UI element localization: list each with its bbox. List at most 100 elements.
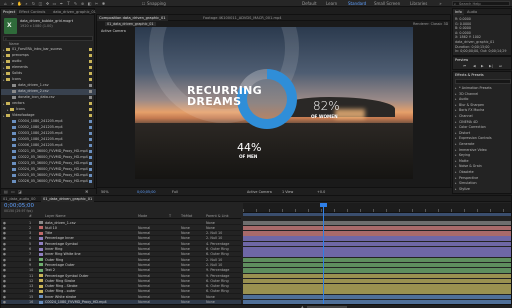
layer-parent[interactable]: 2. Null 10	[206, 258, 222, 262]
zoom-select[interactable]: 50%	[101, 190, 109, 194]
disclosure-triangle-icon[interactable]: ▸	[455, 103, 457, 107]
workspace-standard[interactable]: Standard	[348, 1, 366, 6]
layer-parent[interactable]: 9. Percentage	[206, 274, 229, 278]
layer-mode[interactable]: Normal	[138, 295, 150, 299]
exposure-value[interactable]: +0.0	[317, 190, 325, 194]
layer-mode[interactable]: Normal	[138, 258, 150, 262]
layer-mode[interactable]: Normal	[138, 236, 150, 240]
visibility-eye-icon[interactable]: ●	[3, 295, 7, 299]
visibility-eye-icon[interactable]: ●	[3, 289, 7, 293]
layer-parent[interactable]: 2. Null 10	[206, 236, 222, 240]
layer-mode[interactable]: Normal	[138, 284, 150, 288]
disclosure-triangle-icon[interactable]: ▸	[455, 108, 457, 112]
roto-tool-icon[interactable]: ✂	[94, 1, 99, 6]
effects-category[interactable]: ▸ Simulation	[455, 181, 512, 186]
puppet-tool-icon[interactable]: ✱	[101, 1, 106, 6]
layer-trkmat[interactable]: None	[181, 247, 190, 251]
label-color-swatch[interactable]	[89, 84, 92, 87]
layer-label-color[interactable]	[39, 221, 43, 224]
label-color-swatch[interactable]	[89, 138, 92, 141]
workspace-menu-icon[interactable]: »	[438, 1, 443, 6]
layer-label-color[interactable]	[39, 284, 43, 288]
disclosure-triangle-icon[interactable]: ▸	[3, 102, 5, 106]
layer-name[interactable]: Outer Ring - Stroke	[45, 284, 78, 288]
selection-tool-icon[interactable]: ➤	[10, 1, 15, 6]
layer-duration-bar[interactable]	[243, 273, 511, 278]
layer-mode[interactable]: Normal	[138, 263, 150, 267]
layer-parent[interactable]: 6. Outer Ring	[206, 247, 229, 251]
visibility-eye-icon[interactable]: ●	[3, 247, 7, 251]
disclosure-triangle-icon[interactable]: ▸	[455, 159, 457, 163]
effects-category[interactable]: ▸ Keying	[455, 153, 512, 158]
tab-comp-footage[interactable]: data_driven_graphic_01	[51, 9, 96, 15]
disclosure-triangle-icon[interactable]: ▸	[3, 54, 5, 58]
column-header-name[interactable]: Name	[9, 42, 19, 46]
layer-label-color[interactable]	[39, 289, 43, 293]
tab-audio[interactable]: Audio	[465, 9, 479, 15]
tab-footage[interactable]: Footage 4K100011_ADVDS_MACR_001.mp4	[201, 15, 284, 21]
layer-trkmat[interactable]: None	[181, 258, 190, 262]
label-color-swatch[interactable]	[89, 180, 92, 183]
layer-trkmat[interactable]: None	[181, 289, 190, 293]
layer-parent[interactable]: 2. Null 10	[206, 231, 222, 235]
label-color-swatch[interactable]	[89, 144, 92, 147]
effects-category[interactable]: ▸ Noise & Grain	[455, 164, 512, 169]
disclosure-triangle-icon[interactable]: ▸	[455, 97, 457, 101]
layer-trkmat[interactable]: None	[181, 295, 190, 299]
effects-category[interactable]: ▸ Perspective	[455, 176, 512, 181]
new-comp-icon[interactable]: ◪	[18, 189, 22, 194]
label-color-swatch[interactable]	[89, 48, 92, 51]
search-help-input[interactable]: ⌕ Search Help	[452, 1, 510, 6]
layer-parent[interactable]: None	[206, 221, 215, 225]
layer-duration-bar[interactable]	[243, 268, 511, 273]
visibility-eye-icon[interactable]: ●	[3, 258, 7, 262]
layer-name[interactable]: Outer Ring	[45, 258, 63, 262]
pen-tool-icon[interactable]: ✒	[59, 1, 64, 6]
tab-timeline-graphic[interactable]: 01_data_driven_graphic_01	[41, 196, 95, 202]
layer-name[interactable]: Percentage Outer	[45, 263, 75, 267]
visibility-eye-icon[interactable]: ●	[3, 284, 7, 288]
layer-mode[interactable]: Normal	[138, 242, 150, 246]
effects-search-input[interactable]	[455, 79, 511, 84]
layer-trkmat[interactable]: None	[181, 242, 190, 246]
tab-timeline-audio[interactable]: 01_data_audio_00	[1, 196, 38, 202]
layer-name[interactable]: Percentage Inner	[45, 236, 74, 240]
tab-info[interactable]: Info	[453, 9, 464, 15]
layer-duration-bar[interactable]	[243, 225, 511, 231]
visibility-eye-icon[interactable]: ●	[3, 231, 7, 235]
disclosure-triangle-icon[interactable]: ▸	[455, 187, 457, 191]
label-color-swatch[interactable]	[89, 168, 92, 171]
visibility-eye-icon[interactable]: ●	[3, 268, 7, 272]
layer-parent[interactable]: 4. Percentage	[206, 242, 229, 246]
layer-name[interactable]: Inner White stroke	[45, 295, 76, 299]
effects-category[interactable]: ▸ Blur & Sharpen	[455, 103, 512, 108]
layer-label-color[interactable]	[39, 263, 43, 267]
disclosure-triangle-icon[interactable]: ▸	[455, 86, 457, 90]
layer-mode[interactable]: Normal	[138, 231, 150, 235]
layer-trkmat[interactable]: None	[181, 226, 190, 230]
label-color-swatch[interactable]	[89, 66, 92, 69]
layer-trkmat[interactable]: None	[181, 231, 190, 235]
disclosure-triangle-icon[interactable]: ▸	[7, 108, 9, 112]
layer-name[interactable]: Inner Ring White line	[45, 252, 81, 256]
layer-parent[interactable]: 6. Outer Ring	[206, 284, 229, 288]
effects-category[interactable]: ▸ * Animation Presets	[455, 86, 512, 91]
time-ruler[interactable]	[243, 203, 511, 213]
disclosure-triangle-icon[interactable]: ▸	[455, 125, 457, 129]
pan-behind-tool-icon[interactable]: ✥	[45, 1, 50, 6]
layer-mode[interactable]: Normal	[138, 247, 150, 251]
layer-name[interactable]: Percentage Symbol Outer	[45, 274, 89, 278]
workspace-default[interactable]: Default	[302, 1, 317, 6]
disclosure-triangle-icon[interactable]: ▸	[455, 114, 457, 118]
effects-category[interactable]: ▸ Matte	[455, 159, 512, 164]
layer-label-color[interactable]	[39, 242, 43, 246]
comp-name-tab[interactable]: 01_data_driven_graphic_01	[105, 22, 156, 26]
tab-project[interactable]: Project	[1, 9, 18, 15]
label-color-swatch[interactable]	[89, 114, 92, 117]
disclosure-triangle-icon[interactable]: ▸	[3, 48, 5, 52]
label-color-swatch[interactable]	[89, 78, 92, 81]
prev-frame-icon[interactable]: ◀	[473, 64, 476, 68]
layer-label-color[interactable]	[39, 231, 43, 235]
label-color-swatch[interactable]	[89, 156, 92, 159]
disclosure-triangle-icon[interactable]: ▸	[3, 78, 5, 82]
